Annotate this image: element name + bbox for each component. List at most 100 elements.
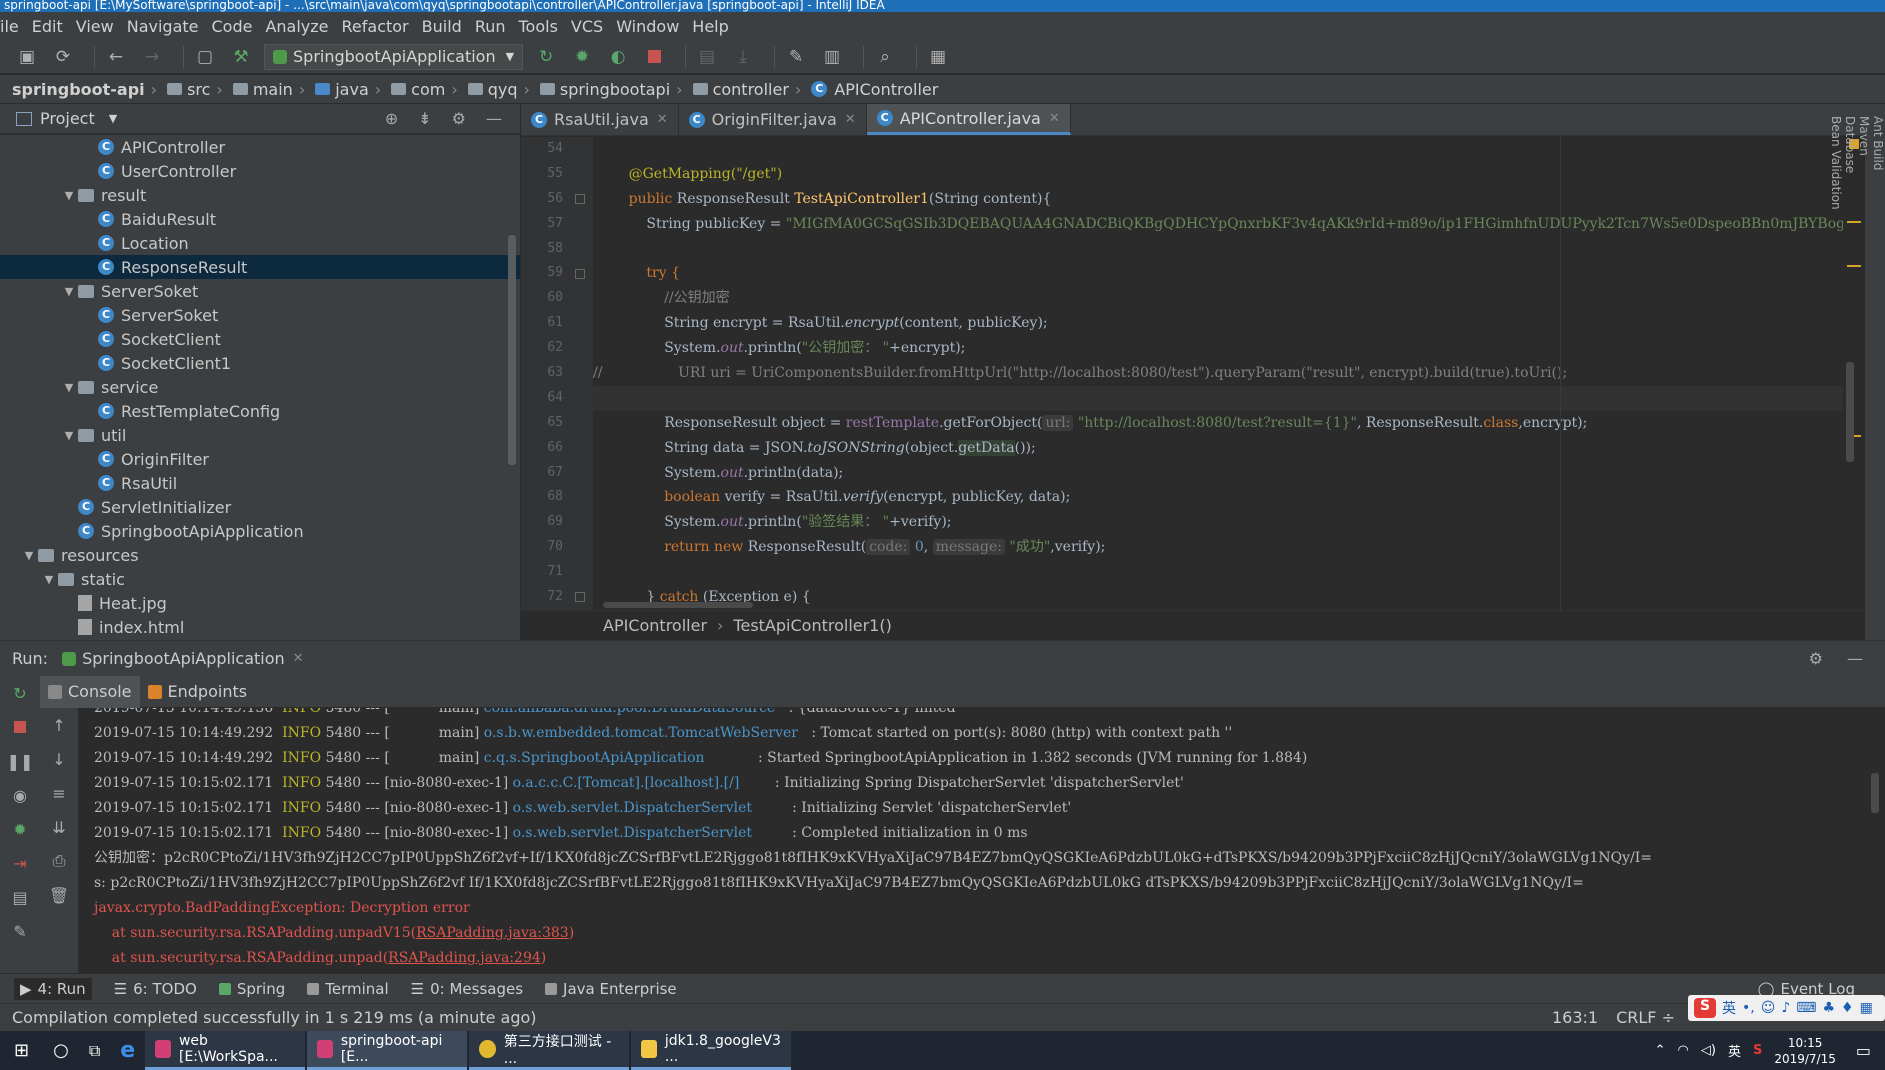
minimize-icon[interactable]: — xyxy=(1847,649,1863,668)
console-output[interactable]: 2019-07-15 10:14:49.136 INFO 5480 --- [ … xyxy=(78,708,1885,973)
tree-item[interactable]: C SpringbootApiApplication xyxy=(0,519,520,543)
taskbar-app-jdk[interactable]: jdk1.8_googleV3 ... xyxy=(631,1031,792,1070)
camera-icon[interactable]: ◉ xyxy=(0,778,40,812)
tree-scrollbar[interactable] xyxy=(508,235,516,465)
expand-arrow-icon[interactable]: ▼ xyxy=(60,285,78,298)
close-icon[interactable]: ✕ xyxy=(1049,111,1060,126)
line-separator[interactable]: CRLF ÷ xyxy=(1616,1008,1675,1027)
gear-icon[interactable]: ⚙ xyxy=(452,109,466,128)
task-view-icon[interactable]: ⧉ xyxy=(79,1031,110,1070)
tree-item[interactable]: C SocketClient xyxy=(0,327,520,351)
database-tool[interactable]: Database xyxy=(1843,116,1857,628)
project-panel-title[interactable]: Project xyxy=(40,109,95,128)
forward-icon[interactable]: → xyxy=(139,44,165,70)
tree-item[interactable]: ▼ static xyxy=(0,567,520,591)
layout-icon[interactable]: ▤ xyxy=(0,880,40,914)
tree-item[interactable]: ▼ result xyxy=(0,183,520,207)
tree-item[interactable]: C UserController xyxy=(0,159,520,183)
bean-validation-tool[interactable]: Bean Validation xyxy=(1829,116,1843,628)
maven-tool[interactable]: Maven xyxy=(1857,116,1871,628)
exit-icon[interactable]: ⇥ xyxy=(0,846,40,880)
tree-item[interactable]: C APIController xyxy=(0,135,520,159)
menu-help[interactable]: Help xyxy=(692,17,728,36)
menu-view[interactable]: View xyxy=(76,17,114,36)
expand-arrow-icon[interactable]: ▼ xyxy=(20,549,38,562)
ime-language[interactable]: 英 xyxy=(1722,998,1736,1018)
fold-marker-icon[interactable] xyxy=(575,592,585,603)
chevron-down-icon[interactable]: ▼ xyxy=(109,112,117,125)
volume-icon[interactable]: ◁) xyxy=(1701,1043,1716,1058)
debug-icon[interactable]: ✹ xyxy=(569,44,595,70)
tab-endpoints[interactable]: Endpoints xyxy=(140,676,256,708)
breadcrumb-item-qyq[interactable]: qyq › xyxy=(458,80,530,99)
tool-todo[interactable]: ☰ 6: TODO xyxy=(114,980,197,998)
tasks-icon[interactable]: ▦ xyxy=(925,44,951,70)
tree-item[interactable]: ▼ ServerSoket xyxy=(0,279,520,303)
stack-frame-link[interactable]: RSAPadding.java:294 xyxy=(388,950,541,966)
trash-icon[interactable]: 🗑 xyxy=(40,878,78,912)
fold-marker-icon[interactable] xyxy=(575,268,585,279)
breadcrumb-item-apicontroller[interactable]: C APIController xyxy=(801,80,938,99)
gear-icon[interactable]: ⚙ xyxy=(1809,649,1823,668)
debug-icon[interactable]: ✹ xyxy=(0,812,40,846)
tree-item[interactable]: index.html xyxy=(0,615,520,639)
save-icon[interactable]: ▣ xyxy=(14,44,40,70)
menu-navigate[interactable]: Navigate xyxy=(127,17,199,36)
sogou-tray-icon[interactable]: S xyxy=(1753,1043,1762,1058)
menu-build[interactable]: Build xyxy=(422,17,462,36)
up-arrow-icon[interactable]: ↑ xyxy=(40,708,78,742)
code-editor[interactable]: @GetMapping("/get") public ResponseResul… xyxy=(593,137,1865,610)
tree-item[interactable]: C ResponseResult xyxy=(0,255,520,279)
taskbar-app-springboot[interactable]: springboot-api [E... xyxy=(307,1031,468,1070)
clock[interactable]: 10:15 2019/7/15 xyxy=(1774,1035,1836,1067)
menu-analyze[interactable]: Analyze xyxy=(265,17,328,36)
search-icon[interactable]: ○ xyxy=(43,1031,79,1070)
tree-item[interactable]: C Location xyxy=(0,231,520,255)
coverage-icon[interactable]: ◐ xyxy=(605,44,631,70)
tree-item[interactable]: ▼ util xyxy=(0,423,520,447)
back-icon[interactable]: ← xyxy=(103,44,129,70)
keyboard-icon[interactable]: ⌨ xyxy=(1796,1000,1816,1016)
shirt-icon[interactable]: ♦ xyxy=(1841,1000,1854,1016)
horizontal-scrollbar[interactable] xyxy=(603,602,753,608)
print-icon[interactable]: ⎙ xyxy=(40,844,78,878)
settings-wrench-icon[interactable]: ✎ xyxy=(783,44,809,70)
down-arrow-icon[interactable]: ↓ xyxy=(40,742,78,776)
project-folder-icon[interactable]: ▥ xyxy=(819,44,845,70)
breadcrumb-item-java[interactable]: java › xyxy=(305,80,381,99)
rerun-icon[interactable]: ↻ xyxy=(0,676,40,710)
tab-rsautil[interactable]: C RsaUtil.java ✕ xyxy=(521,104,679,135)
stack-frame-link[interactable]: RSAPadding.java:383 xyxy=(416,925,569,941)
expand-arrow-icon[interactable]: ▼ xyxy=(60,381,78,394)
stop-icon[interactable] xyxy=(641,44,667,70)
soft-wrap-icon[interactable]: ≡ xyxy=(40,776,78,810)
taskbar-app-chrome[interactable]: 第三方接口测试 - ... xyxy=(469,1031,630,1070)
wifi-icon[interactable]: ◠ xyxy=(1678,1043,1689,1058)
console-scrollbar-thumb[interactable] xyxy=(1871,773,1879,813)
edge-browser-icon[interactable]: e xyxy=(110,1031,145,1070)
menu-vcs[interactable]: VCS xyxy=(571,17,603,36)
tab-originfilter[interactable]: C OriginFilter.java ✕ xyxy=(679,104,867,135)
locate-icon[interactable]: ⊕ xyxy=(385,109,398,128)
breadcrumb-item-controller[interactable]: controller › xyxy=(683,80,801,99)
toolbox-icon[interactable]: ▦ xyxy=(1860,1000,1873,1016)
tree-item[interactable]: C BaiduResult xyxy=(0,207,520,231)
breadcrumb-item-src[interactable]: src › xyxy=(157,80,223,99)
collapse-all-icon[interactable]: ⇟ xyxy=(418,109,431,128)
menu-refactor[interactable]: Refactor xyxy=(342,17,409,36)
menu-code[interactable]: Code xyxy=(212,17,253,36)
ime-toolbar[interactable]: S 英 •, ☺ ♪ ⌨ ♣ ♦ ▦ xyxy=(1688,995,1885,1021)
tree-item[interactable]: C ServerSoket xyxy=(0,303,520,327)
breadcrumb-item-project[interactable]: springboot-api › xyxy=(12,80,157,99)
start-icon[interactable]: ⊞ xyxy=(0,1031,43,1070)
minimize-icon[interactable]: — xyxy=(486,109,502,128)
emoji-icon[interactable]: ☺ xyxy=(1761,1000,1776,1016)
tree-item[interactable]: C RestTemplateConfig xyxy=(0,399,520,423)
breadcrumb-item-com[interactable]: com › xyxy=(381,80,458,99)
tree-item[interactable]: ▼ resources xyxy=(0,543,520,567)
project-structure-icon[interactable]: ▢ xyxy=(192,44,218,70)
tool-terminal[interactable]: Terminal xyxy=(307,980,389,998)
tree-item[interactable]: Heat.jpg xyxy=(0,591,520,615)
menu-tools[interactable]: Tools xyxy=(519,17,558,36)
menu-file[interactable]: File xyxy=(0,17,19,36)
